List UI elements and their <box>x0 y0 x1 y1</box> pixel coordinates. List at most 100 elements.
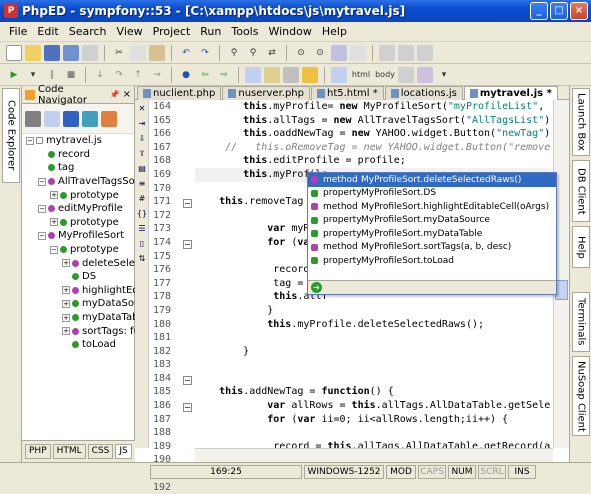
tree-item[interactable]: + myDataTab <box>22 311 135 325</box>
tree-expander-icon[interactable]: − <box>38 204 46 213</box>
gutter-align-icon[interactable]: ≡ <box>136 178 148 190</box>
run-icon[interactable]: ▶ <box>6 67 22 83</box>
menu-window[interactable]: Window <box>263 25 316 38</box>
tab-html[interactable]: HTML <box>52 444 86 459</box>
maximize-button[interactable]: □ <box>550 2 568 20</box>
save-all-icon[interactable] <box>63 44 79 61</box>
completion-item[interactable]: property MyProfileSort.DS <box>308 187 556 201</box>
copy-icon[interactable] <box>130 44 146 61</box>
new-file-icon[interactable] <box>6 44 22 61</box>
pin-icon[interactable]: 📌 <box>110 90 120 99</box>
highlight-icon[interactable] <box>302 66 318 83</box>
classes-icon[interactable] <box>25 110 41 127</box>
tree-expander-icon[interactable]: − <box>50 245 58 254</box>
forward-arrow-icon[interactable]: ⇨ <box>216 67 232 83</box>
menu-view[interactable]: View <box>112 25 148 38</box>
completion-item[interactable]: property MyProfileSort.myDataSource <box>308 214 556 228</box>
sort-alpha-icon[interactable] <box>63 110 79 127</box>
find-next-icon[interactable]: ⚲ <box>245 45 261 61</box>
comment-icon[interactable] <box>417 44 433 61</box>
tree-expander-icon[interactable]: − <box>38 177 46 186</box>
tab-help[interactable]: Help <box>572 226 590 268</box>
tree-item[interactable]: tag <box>22 161 135 175</box>
panel-close-icon[interactable]: × <box>123 89 131 100</box>
completion-item[interactable]: method MyProfileSort.sortTags(a, b, desc) <box>308 241 556 255</box>
unindent-icon[interactable] <box>398 44 414 61</box>
tree-item[interactable]: − prototype <box>22 243 135 257</box>
tab-code-explorer[interactable]: Code Explorer <box>2 88 20 183</box>
tab-php[interactable]: PHP <box>25 444 51 459</box>
tree-expander-icon[interactable]: − <box>26 136 34 145</box>
menu-project[interactable]: Project <box>148 25 196 38</box>
redo-icon[interactable]: ↷ <box>197 45 213 61</box>
horizontal-scrollbar[interactable] <box>195 448 553 462</box>
pause-icon[interactable]: ‖ <box>44 67 60 83</box>
goto-line-icon[interactable] <box>350 44 366 61</box>
step-out-icon[interactable]: ↑ <box>130 67 146 83</box>
binoculars-icon[interactable]: ⊙ <box>293 45 309 61</box>
image-icon[interactable] <box>283 66 299 83</box>
tree-expander-icon[interactable]: + <box>62 313 70 322</box>
run-to-cursor-icon[interactable]: → <box>149 67 165 83</box>
editor-tab[interactable]: nuserver.php <box>222 86 310 100</box>
fold-toggle-171[interactable]: − <box>183 199 192 208</box>
table-icon[interactable] <box>245 66 261 83</box>
gutter-over-icon[interactable]: ⇪ <box>136 148 148 160</box>
tab-js[interactable]: JS <box>115 444 132 459</box>
tab-css[interactable]: CSS <box>87 444 114 459</box>
tree-item[interactable]: − MyProfileSort <box>22 229 135 243</box>
cut-icon[interactable]: ✂ <box>111 45 127 61</box>
editor-tab[interactable]: ht5.html * <box>310 86 384 100</box>
tree-expander-icon[interactable]: + <box>50 218 58 227</box>
editor-tab[interactable]: mytravel.js * <box>463 86 558 100</box>
menu-file[interactable]: File <box>4 25 32 38</box>
toolbar-dropdown-icon[interactable]: ▾ <box>436 67 452 83</box>
gutter-nav-icon[interactable]: ⇅ <box>136 253 148 265</box>
gutter-doc-icon[interactable]: ▯ <box>136 238 148 250</box>
step-over-icon[interactable]: ↷ <box>111 67 127 83</box>
back-arrow-icon[interactable]: ⇦ <box>197 67 213 83</box>
tree-expander-icon[interactable]: − <box>38 231 46 240</box>
tree-item[interactable]: record <box>22 148 135 162</box>
tree-item[interactable]: + prototype <box>22 216 135 230</box>
tree-expander-icon[interactable]: + <box>62 286 70 295</box>
fold-toggle-187[interactable]: − <box>183 403 192 412</box>
print-icon[interactable] <box>82 44 98 61</box>
tree-expander-icon[interactable]: + <box>50 191 58 200</box>
completion-item[interactable]: property MyProfileSort.myDataTable <box>308 227 556 241</box>
tree-item[interactable]: + myDataSour <box>22 297 135 311</box>
menu-run[interactable]: Run <box>195 25 226 38</box>
completion-item[interactable]: method MyProfileSort.highlightEditableCel… <box>308 200 556 214</box>
completion-item[interactable]: method MyProfileSort.deleteSelectedRaws() <box>308 173 556 187</box>
gutter-step-icon[interactable]: ⇥ <box>136 118 148 130</box>
menu-tools[interactable]: Tools <box>226 25 263 38</box>
editor-tab[interactable]: locations.js <box>384 86 463 100</box>
breakpoint-icon[interactable]: ● <box>178 67 194 83</box>
fold-toggle-174[interactable]: − <box>183 240 192 249</box>
open-folder-icon[interactable] <box>25 44 41 61</box>
filter-icon[interactable] <box>82 110 98 127</box>
tree-item[interactable]: + deleteSelected <box>22 256 135 270</box>
stop-icon[interactable]: ■ <box>63 67 79 83</box>
tree-item[interactable]: − AllTravelTagsSort <box>22 175 135 189</box>
tree-item[interactable]: toLoad <box>22 338 135 352</box>
completion-item[interactable]: property MyProfileSort.toLoad <box>308 254 556 268</box>
body-tag-icon[interactable]: body <box>375 67 395 83</box>
tree-item[interactable]: + prototype <box>22 188 135 202</box>
editor-tab[interactable]: nuclient.php <box>137 86 222 100</box>
menu-search[interactable]: Search <box>64 25 112 38</box>
tab-terminals[interactable]: Terminals <box>572 292 590 352</box>
tab-nusoap-client[interactable]: NuSoap Client <box>572 356 590 436</box>
replace-icon[interactable]: ⇄ <box>264 45 280 61</box>
run-dropdown-icon[interactable]: ▾ <box>25 67 41 83</box>
bookmark-icon[interactable] <box>331 44 347 61</box>
gutter-list-icon[interactable]: ☰ <box>136 223 148 235</box>
indent-icon[interactable] <box>379 44 395 61</box>
fold-toggle-185[interactable]: − <box>183 376 192 385</box>
tree-item[interactable]: − mytravel.js <box>22 134 135 148</box>
find-icon[interactable]: ⚲ <box>226 45 242 61</box>
tab-db-client[interactable]: DB Client <box>572 160 590 222</box>
list-tag-icon[interactable] <box>398 66 414 83</box>
html-tag-icon[interactable]: html <box>350 67 372 83</box>
go-icon[interactable]: ➔ <box>311 282 322 293</box>
